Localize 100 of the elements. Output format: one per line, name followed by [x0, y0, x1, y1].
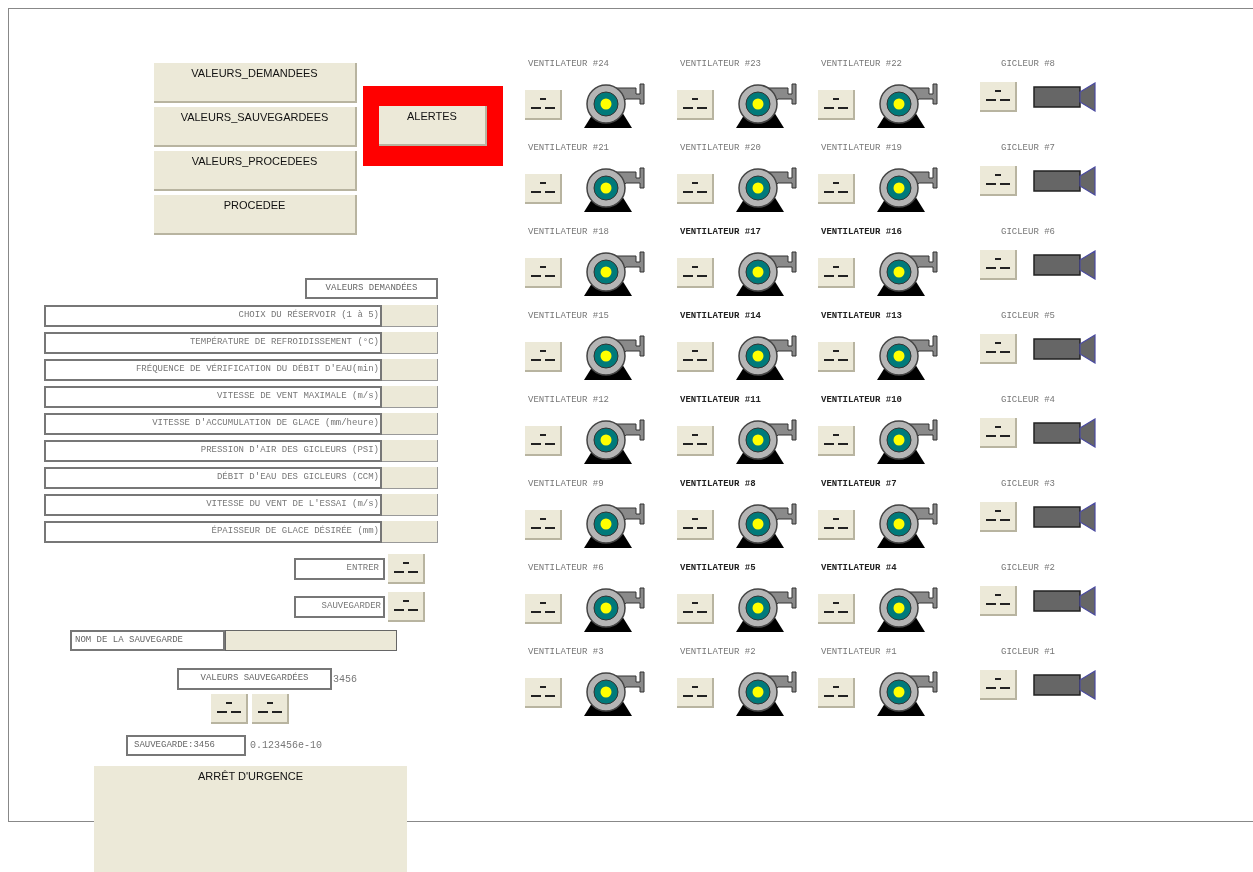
device-label: VENTILATEUR #1	[820, 646, 898, 659]
device-label: VENTILATEUR #14	[679, 310, 762, 323]
alert-button[interactable]: ALERTES	[379, 106, 487, 146]
icon-button[interactable]	[525, 426, 562, 456]
icon-button[interactable]	[980, 250, 1017, 280]
icon-button[interactable]	[252, 694, 289, 724]
dash-icon	[529, 601, 556, 615]
icon-button[interactable]	[677, 174, 714, 204]
icon-button[interactable]	[525, 342, 562, 372]
dash-icon	[529, 181, 556, 195]
dash-icon	[984, 677, 1011, 691]
icon-button[interactable]	[818, 678, 855, 708]
menu-button[interactable]: VALEURS_SAUVEGARDEES	[154, 107, 357, 147]
emergency-stop-button[interactable]: ARRÊT D'URGENCE	[94, 766, 407, 872]
dash-icon	[822, 265, 849, 279]
icon-button[interactable]	[677, 258, 714, 288]
field-label: DÉBIT D'EAU DES GICLEURS (CCM)	[44, 467, 382, 489]
icon-button[interactable]	[388, 592, 425, 622]
icon-button[interactable]	[818, 90, 855, 120]
icon-button[interactable]	[818, 594, 855, 624]
dash-icon	[529, 265, 556, 279]
icon-button[interactable]	[980, 166, 1017, 196]
device-label: VENTILATEUR #17	[679, 226, 762, 239]
icon-button[interactable]	[677, 510, 714, 540]
icon-button[interactable]	[980, 670, 1017, 700]
icon-button[interactable]	[980, 418, 1017, 448]
dash-icon	[822, 601, 849, 615]
dash-icon	[681, 433, 708, 447]
icon-button[interactable]	[211, 694, 248, 724]
icon-button[interactable]	[980, 586, 1017, 616]
device-label: VENTILATEUR #11	[679, 394, 762, 407]
icon-button[interactable]	[980, 82, 1017, 112]
menu-button[interactable]: PROCEDEE	[154, 195, 357, 235]
dash-icon	[984, 425, 1011, 439]
input-field[interactable]	[382, 467, 438, 489]
icon-button[interactable]	[677, 342, 714, 372]
menu-button[interactable]: VALEURS_DEMANDEES	[154, 63, 357, 103]
icon-button[interactable]	[525, 258, 562, 288]
nozzle-icon	[1033, 166, 1097, 196]
device-label: VENTILATEUR #8	[679, 478, 757, 491]
icon-button[interactable]	[388, 554, 425, 584]
icon-button[interactable]	[677, 594, 714, 624]
icon-button[interactable]	[677, 678, 714, 708]
input-field[interactable]	[382, 305, 438, 327]
input-field[interactable]	[382, 494, 438, 516]
icon-button[interactable]	[525, 594, 562, 624]
input-field[interactable]	[382, 521, 438, 543]
device-label: VENTILATEUR #24	[527, 58, 610, 71]
input-field[interactable]	[382, 386, 438, 408]
device-label: VENTILATEUR #16	[820, 226, 903, 239]
dash-icon	[984, 341, 1011, 355]
dash-icon	[984, 593, 1011, 607]
device-label: GICLEUR #5	[1000, 310, 1056, 323]
input-field[interactable]	[382, 413, 438, 435]
icon-button[interactable]	[525, 174, 562, 204]
dash-icon	[681, 349, 708, 363]
dash-icon	[529, 97, 556, 111]
dash-icon	[681, 265, 708, 279]
icon-button[interactable]	[677, 426, 714, 456]
section-label: VALEURS DEMANDÉES	[305, 278, 438, 299]
dash-icon	[822, 433, 849, 447]
field-label: VITESSE DE VENT MAXIMALE (m/s)	[44, 386, 382, 408]
device-label: VENTILATEUR #19	[820, 142, 903, 155]
device-label: GICLEUR #3	[1000, 478, 1056, 491]
field-label: ÉPAISSEUR DE GLACE DÉSIRÉE (mm)	[44, 521, 382, 543]
icon-button[interactable]	[677, 90, 714, 120]
dash-icon	[681, 97, 708, 111]
dash-icon	[822, 181, 849, 195]
device-label: VENTILATEUR #2	[679, 646, 757, 659]
save-label: SAUVEGARDE:3456	[126, 735, 246, 756]
icon-button[interactable]	[818, 258, 855, 288]
device-label: VENTILATEUR #21	[527, 142, 610, 155]
device-label: VENTILATEUR #7	[820, 478, 898, 491]
field-label: PRESSION D'AIR DES GICLEURS (PSI)	[44, 440, 382, 462]
icon-button[interactable]	[525, 678, 562, 708]
dash-icon	[822, 685, 849, 699]
dash-icon	[822, 517, 849, 531]
value-text: 0.123456e-10	[250, 739, 322, 753]
menu-button[interactable]: VALEURS_PROCEDEES	[154, 151, 357, 191]
input-field[interactable]	[382, 440, 438, 462]
nozzle-icon	[1033, 502, 1097, 532]
device-label: VENTILATEUR #13	[820, 310, 903, 323]
device-label: VENTILATEUR #23	[679, 58, 762, 71]
icon-button[interactable]	[818, 426, 855, 456]
dash-icon	[529, 685, 556, 699]
icon-button[interactable]	[818, 510, 855, 540]
device-label: GICLEUR #8	[1000, 58, 1056, 71]
icon-button[interactable]	[525, 90, 562, 120]
input-field[interactable]	[382, 359, 438, 381]
dash-icon	[529, 517, 556, 531]
icon-button[interactable]	[980, 334, 1017, 364]
dash-icon	[681, 685, 708, 699]
icon-button[interactable]	[818, 174, 855, 204]
nozzle-icon	[1033, 586, 1097, 616]
icon-button[interactable]	[525, 510, 562, 540]
input-field[interactable]	[225, 630, 397, 651]
input-field[interactable]	[382, 332, 438, 354]
device-label: VENTILATEUR #20	[679, 142, 762, 155]
icon-button[interactable]	[980, 502, 1017, 532]
icon-button[interactable]	[818, 342, 855, 372]
